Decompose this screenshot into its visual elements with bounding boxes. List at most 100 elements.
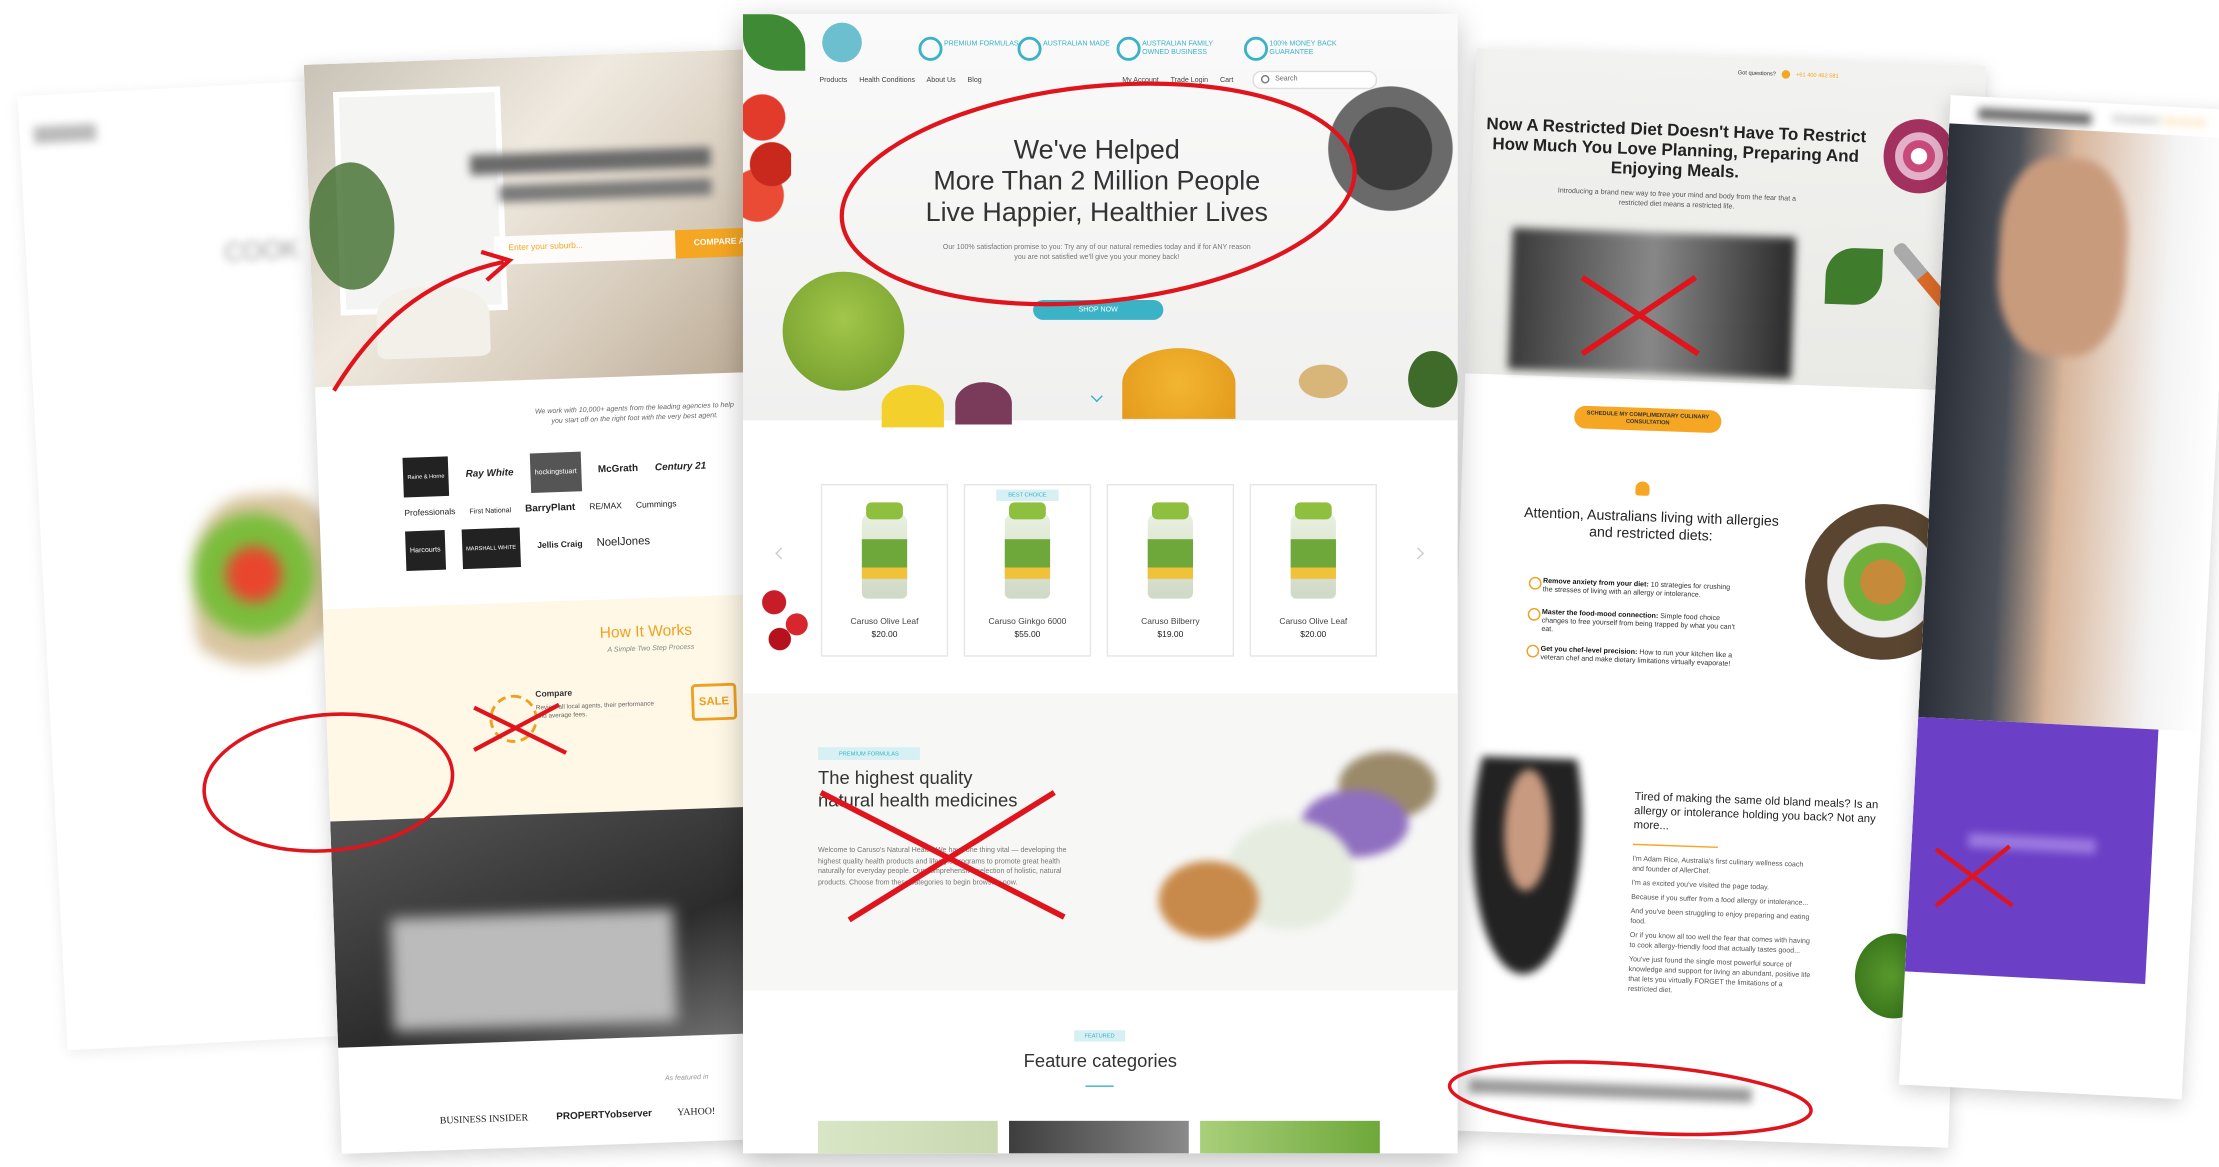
purple-panel <box>1904 717 2159 984</box>
product-card[interactable]: Caruso Bilberry $19.00 <box>1106 483 1235 657</box>
play-circle-icon <box>1527 607 1541 621</box>
hero-photo: Enter your suburb... COMPARE A <box>303 49 768 388</box>
account-link[interactable]: Trade Login <box>1171 76 1209 84</box>
diet-bullet: Master the food-mood connection: Simple … <box>1527 607 1740 640</box>
product-price: $55.00 <box>1014 631 1041 640</box>
right-phone-number[interactable]: 1300 000 000 <box>2162 118 2206 129</box>
shield-icon <box>918 36 943 61</box>
hero-line: More Than 2 Million People <box>933 166 1261 197</box>
nav-item[interactable]: Health Conditions <box>859 76 915 84</box>
consultation-button[interactable]: SCHEDULE MY COMPLIMENTARY CULINARY CONSU… <box>1573 405 1722 434</box>
quality-heading: The highest quality natural health medic… <box>818 767 1017 812</box>
sale-badge: SALE <box>690 682 738 722</box>
product-name: Caruso Ginkgo 6000 <box>988 618 1067 627</box>
premium-badge: PREMIUM FORMULAS <box>817 747 920 760</box>
product-name: Caruso Bilberry <box>1141 618 1200 627</box>
hero-subtext: Our 100% satisfaction promise to you: Tr… <box>942 243 1251 262</box>
carousel-next-icon[interactable] <box>1412 547 1425 560</box>
press-logo: PROPERTYobserver <box>556 1109 653 1123</box>
agency-logo: Ray White <box>465 468 514 480</box>
account-link[interactable]: My Account <box>1122 76 1159 84</box>
chair-image <box>375 284 491 360</box>
phone-icon <box>1781 70 1791 79</box>
main-nav: Products Health Conditions About Us Blog <box>819 76 991 84</box>
story-paragraph: I'm as excited you've visited the page t… <box>1631 879 1770 893</box>
play-circle-icon <box>1528 576 1542 590</box>
chevron-down-icon[interactable] <box>1090 390 1103 403</box>
laptop-photo <box>330 805 791 1048</box>
product-name: Caruso Olive Leaf <box>1279 618 1348 627</box>
hero-line: We've Helped <box>1013 135 1180 166</box>
product-name: Caruso Olive Leaf <box>850 618 919 627</box>
how-it-works-section: How It Works A Simple Two Step Process C… <box>322 593 783 822</box>
category-image[interactable] <box>1200 1120 1380 1154</box>
compare-step-title: Compare <box>535 689 573 700</box>
turmeric-powder-image <box>1122 348 1236 419</box>
quality-line: The highest quality <box>817 767 973 789</box>
suburb-input[interactable]: Enter your suburb... <box>493 230 679 265</box>
story-paragraph: You've just found the single most powerf… <box>1627 955 1811 996</box>
left-page-heading: COOK <box>223 234 300 267</box>
agency-logo: NoelJones <box>596 534 651 549</box>
category-image[interactable] <box>1009 1120 1189 1154</box>
featured-in-label: As featured in <box>664 1073 709 1084</box>
product-bottle <box>1290 502 1336 599</box>
agency-logo: Jellis Craig <box>537 540 583 551</box>
agency-logo: Raine & Horne <box>402 456 450 498</box>
site-logo[interactable] <box>822 22 862 63</box>
chef-hat-icon <box>1635 481 1650 496</box>
search-icon <box>1260 75 1270 84</box>
fig-image <box>955 382 1012 425</box>
play-circle-icon <box>1526 644 1540 658</box>
product-price: $20.00 <box>871 631 898 640</box>
trust-badge: 100% MONEY BACK GUARANTEE <box>1243 36 1354 61</box>
story-paragraph: Or if you know all too well the fear tha… <box>1629 931 1810 956</box>
agency-logos: Raine & Horne Ray White hockingstuart Mc… <box>402 445 774 572</box>
agents-intro: We work with 10,000+ agents from the lea… <box>534 401 735 426</box>
account-nav: My Account Trade Login Cart <box>1122 76 1243 84</box>
quality-section: PREMIUM FORMULAS The highest quality nat… <box>742 693 1458 991</box>
agency-logo: BarryPlant <box>525 502 576 515</box>
category-image[interactable] <box>817 1120 998 1154</box>
hero-section: PREMIUM FORMULAS AUSTRALIAN MADE AUSTRAL… <box>742 14 1458 428</box>
right-phone-label: Got questions? <box>2112 114 2161 126</box>
quality-line: natural health medicines <box>817 789 1018 811</box>
product-card[interactable]: BEST CHOICE Caruso Ginkgo 6000 $55.00 <box>963 483 1092 657</box>
product-card[interactable]: Caruso Olive Leaf $20.00 <box>1249 483 1377 657</box>
agency-logo: MARSHALL WHITE <box>461 527 522 570</box>
nav-item[interactable]: Products <box>819 76 847 84</box>
hero-title-blurred <box>469 146 711 176</box>
leaf-image <box>742 14 806 71</box>
diet-bullet: Remove anxiety from your diet: 10 strate… <box>1528 576 1742 601</box>
agency-logo: RE/MAX <box>589 502 623 513</box>
quality-text: Welcome to Caruso's Natural Health. We h… <box>817 846 1067 887</box>
hero-headline: We've Helped More Than 2 Million People … <box>870 136 1323 229</box>
product-bottle <box>1004 502 1051 599</box>
nav-item[interactable]: About Us <box>927 76 956 84</box>
suburb-input-placeholder: Enter your suburb... <box>508 242 584 254</box>
gojiberry-image <box>742 70 792 227</box>
best-choice-badge: BEST CHOICE <box>996 489 1059 501</box>
account-link[interactable]: Cart <box>1220 76 1233 84</box>
realestate-page: Enter your suburb... COMPARE A We work w… <box>303 49 795 1154</box>
right-page-phone: Got questions? 1300 000 000 <box>2112 115 2205 128</box>
laptop-blur <box>390 908 678 1032</box>
trust-badge: AUSTRALIAN FAMILY OWNED BUSINESS <box>1116 36 1227 61</box>
press-logo: BUSINESS INSIDER <box>439 1111 529 1127</box>
trust-badge: PREMIUM FORMULAS <box>918 36 1019 61</box>
diet-phone-number[interactable]: +61 400 462 581 <box>1796 71 1839 80</box>
heart-icon <box>1116 36 1141 61</box>
shop-now-button[interactable]: SHOP NOW <box>1033 300 1164 320</box>
hero-line: Live Happier, Healthier Lives <box>925 198 1268 228</box>
nav-item[interactable]: Blog <box>968 76 982 84</box>
bottles-photo <box>1110 721 1437 977</box>
carousel-prev-icon[interactable] <box>775 547 788 560</box>
lemon-image <box>881 384 944 428</box>
agency-logo: McGrath <box>597 463 639 476</box>
search-placeholder: Search <box>1275 75 1298 84</box>
story-paragraph: And you've been struggling to enjoy prep… <box>1630 907 1810 927</box>
matcha-scoop-image <box>782 271 905 391</box>
title-underline <box>1085 1085 1114 1087</box>
product-card[interactable]: Caruso Olive Leaf $20.00 <box>820 483 949 657</box>
video-thumbnail[interactable] <box>1507 227 1796 380</box>
